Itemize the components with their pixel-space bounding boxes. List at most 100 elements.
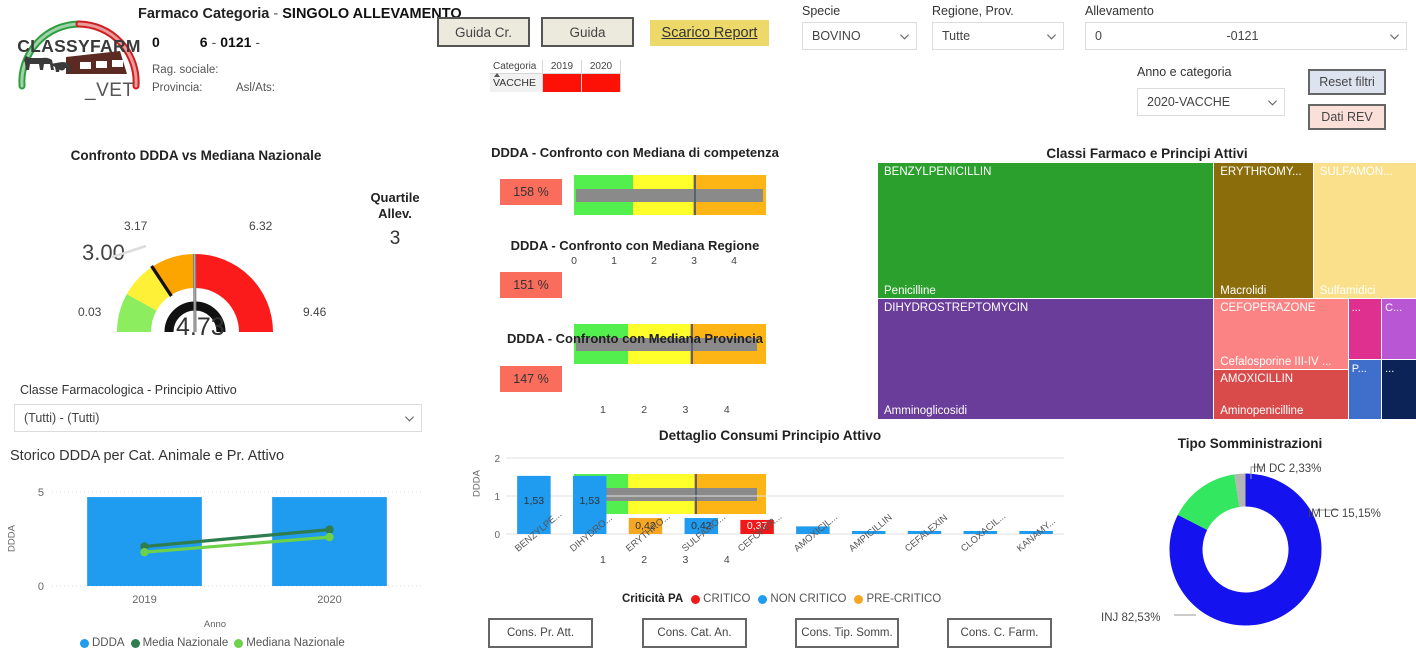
treemap-tile[interactable]: DIHYDROSTREPTOMYCIN Amminoglicosidi [876,297,1216,420]
allevamento-value-right: -0121 [1226,29,1259,43]
storico-point[interactable] [140,547,149,557]
specie-label: Specie [802,4,841,18]
farm-id-part1: 0 [152,34,160,50]
kpi-axis-tick: 2 [641,404,648,416]
kpi-axis-tick: 0 [571,255,577,267]
treemap-tile-classe: Macrolidi [1220,284,1267,297]
dettaglio-legend[interactable]: Criticità PA CRITICO NON CRITICO PRE-CRITI… [622,593,941,605]
storico-title: Storico DDDA per Cat. Animale e Pr. Atti… [10,448,285,464]
scarico-report-link[interactable]: Scarico Report [650,20,769,46]
dettaglio-legend-item[interactable]: PRE-CRITICO [854,593,941,605]
chevron-down-icon [404,413,415,424]
classe-farmacologica-label: Classe Farmacologica - Principio Attivo [20,383,237,397]
treemap-tile-principio: BENZYLPENICILLIN [884,166,992,178]
dati-rev-button[interactable]: Dati REV [1308,104,1386,130]
dettaglio-legend-item[interactable]: NON CRITICO [758,593,846,605]
legend-color-dot [691,594,701,604]
storico-legend[interactable]: DDDA Media Nazionale Mediana Nazionale [80,637,345,649]
storico-x-tick: 2020 [317,594,341,606]
gauge-current-value: 4.73 [176,313,225,341]
treemap-tile-classe: Penicilline [884,284,936,297]
treemap-tile[interactable]: ERYTHROMY... Macrolidi [1213,162,1315,300]
classe-farmacologica-dropdown[interactable]: (Tutti) - (Tutti) [14,404,422,432]
kpi-competenza-badge: 158 % [500,179,562,205]
classi-farmaco-treemap[interactable]: BENZYLPENICILLIN Penicilline ERYTHROMY... M… [876,162,1416,420]
reset-filtri-button[interactable]: Reset filtri [1308,69,1386,95]
categoria-matrix[interactable]: Categoria 2019 2020 VACCHE [490,60,621,92]
storico-legend-item[interactable]: Media Nazionale [130,637,228,649]
treemap-tile[interactable]: CEFOPERAZONE Cefalosporine III-IV ... [1213,297,1350,372]
treemap-tile-classe: Aminopenicilline [1220,404,1304,417]
matrix-col-categoria[interactable]: Categoria [490,60,543,74]
matrix-col-2020[interactable]: 2020 [581,60,621,74]
treemap-tile[interactable]: P... [1347,359,1384,420]
matrix-cell-2019[interactable] [542,73,582,92]
quartile-title: Quartile Allev. [355,190,435,222]
cons-cat-an-button[interactable]: Cons. Cat. An. [642,618,747,648]
legend-color-dot [130,638,140,648]
donut-label-inj: INJ 82,53% [1101,612,1161,624]
vet-label: _VET [85,80,135,101]
farm-identifier: 0 6-0121- [152,34,264,50]
dettaglio-y-tick: 2 [494,454,500,465]
cons-c-farm-button[interactable]: Cons. C. Farm. [947,618,1052,648]
dettaglio-legend-item[interactable]: CRITICO [691,593,750,605]
treemap-tile-classe: Cefalosporine III-IV ... [1220,356,1332,369]
treemap-tile[interactable]: ... [1347,297,1384,362]
storico-y-axis-label: DDDA [6,525,18,552]
matrix-cell-2020[interactable] [581,73,621,92]
cons-pr-att-button[interactable]: Cons. Pr. Att. [488,618,593,648]
gauge-max-label: 9.46 [303,305,327,319]
treemap-tile[interactable]: BENZYLPENICILLIN Penicilline [876,162,1216,300]
storico-x-axis-label: Anno [203,619,227,630]
quartile-value: 3 [389,228,401,249]
kpi-competenza-axis: 0 1 2 3 4 [571,255,766,271]
kpi-regione-badge: 151 % [500,272,562,298]
regione-dropdown[interactable]: Tutte [932,22,1064,50]
provincia-label: Provincia: [152,82,203,94]
kpi-provincia-badge: 147 % [500,366,562,392]
gauge-title: Confronto DDDA vs Mediana Nazionale [70,148,322,163]
storico-point[interactable] [325,525,334,534]
donut-label-im-dc: IM DC 2,33% [1253,463,1322,475]
kpi-axis-tick: 2 [651,255,657,267]
anno-categoria-dropdown[interactable]: 2020-VACCHE [1137,88,1285,116]
legend-color-dot [758,594,768,604]
storico-point[interactable] [325,532,334,542]
gauge-mid-label: 3.17 [124,219,148,233]
kpi-target-marker [694,175,696,215]
kpi-competenza-bar [574,175,766,215]
donut-label-im-lc: IM LC 15,15% [1308,508,1381,520]
matrix-col-2019[interactable]: 2019 [542,60,582,74]
treemap-tile[interactable]: AMOXICILLIN Aminopenicilline [1213,369,1350,420]
kpi-axis-tick: 4 [731,255,737,267]
guida-button[interactable]: Guida [541,17,634,47]
allevamento-dropdown[interactable]: 0 -0121 [1085,22,1407,50]
sort-ascending-icon [494,73,500,77]
chevron-down-icon [1267,97,1278,108]
treemap-tile[interactable]: C... [1381,297,1416,362]
classe-farmacologica-value: (Tutti) - (Tutti) [24,411,100,425]
cons-tip-somm-button[interactable]: Cons. Tip. Somm. [795,618,899,648]
guida-cr-button[interactable]: Guida Cr. [437,17,530,47]
dettaglio-x-axis-labels: BENZYLPE... DIHYDRO... ERYTHRO... SULFAMO..… [480,509,1070,588]
page-title-lead: Farmaco Categoria [138,6,270,22]
kpi-axis-tick: 3 [691,255,697,267]
dettaglio-legend-label: PRE-CRITICO [866,593,942,605]
treemap-tile-classe: Sulfamidici [1319,284,1376,297]
treemap-tile-principio: CEFOPERAZONE [1220,301,1316,314]
dettaglio-bar-label: 1,53 [579,495,600,507]
table-row[interactable]: VACCHE [490,73,621,92]
specie-dropdown[interactable]: BOVINO [802,22,917,50]
dettaglio-y-tick: 0 [494,530,500,540]
page-title: Farmaco Categoria - SINGOLO ALLEVAMENTO [138,6,462,22]
treemap-tile-principio: AMOXICILLIN [1220,373,1294,386]
chevron-down-icon [1046,31,1057,42]
treemap-tile[interactable]: ... [1381,359,1416,420]
storico-legend-item[interactable]: Mediana Nazionale [234,637,345,649]
treemap-tile[interactable]: SULFAMON... Sulfamidici [1312,162,1416,300]
regione-value: Tutte [942,29,971,43]
storico-legend-item[interactable]: DDDA [80,637,125,649]
specie-value: BOVINO [812,29,861,43]
kpi-provincia-title: DDDA - Confronto con Mediana Provincia [507,331,763,346]
